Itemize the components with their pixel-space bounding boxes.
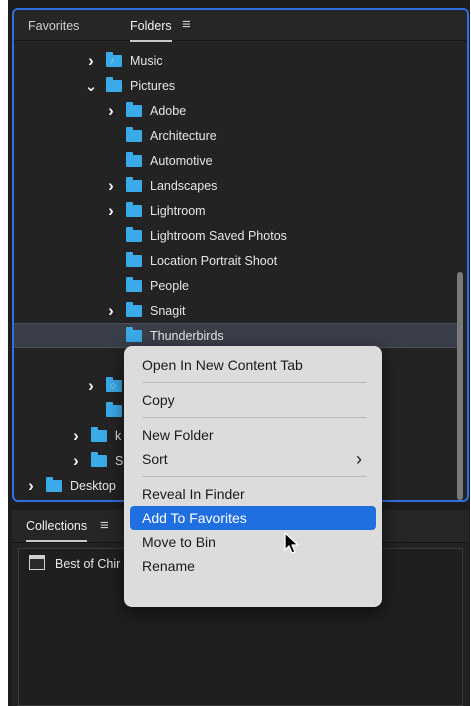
folder-icon xyxy=(126,151,142,167)
folder-row-label: Adobe xyxy=(150,103,187,118)
chevron-right-icon[interactable]: › xyxy=(104,101,118,121)
menu-item-label: Open In New Content Tab xyxy=(142,357,303,373)
mouse-cursor-icon xyxy=(284,532,299,554)
folder-row-label: Pictures xyxy=(130,78,176,93)
tab-collections[interactable]: Collections xyxy=(26,519,88,542)
chevron-right-icon[interactable]: › xyxy=(24,476,38,496)
context-menu: Open In New Content Tab Copy New Folder Sor… xyxy=(124,346,382,607)
chevron-right-icon[interactable]: › xyxy=(104,176,118,196)
folder-icon xyxy=(106,401,122,417)
folder-row[interactable]: Thunderbirds xyxy=(14,323,457,348)
folder-row-label: k xyxy=(115,428,122,443)
menu-item-label: Reveal In Finder xyxy=(142,486,245,502)
folder-row-label: Music xyxy=(130,53,163,68)
tab-favorites[interactable]: Favorites xyxy=(28,19,79,33)
folder-icon xyxy=(91,451,107,467)
folder-icon xyxy=(126,326,142,342)
folder-dev-icon: ◇ xyxy=(106,376,122,392)
chevron-right-icon[interactable]: › xyxy=(84,51,98,71)
folder-icon xyxy=(126,251,142,267)
menu-item-label: New Folder xyxy=(142,427,214,443)
folder-row-label: Automotive xyxy=(150,153,213,168)
folder-icon xyxy=(126,276,142,292)
folder-row[interactable]: › Adobe xyxy=(14,98,457,123)
chevron-right-icon[interactable]: › xyxy=(104,301,118,321)
menu-item-reveal-in-finder[interactable]: Reveal In Finder xyxy=(130,482,376,506)
folder-row[interactable]: ⌄ Pictures xyxy=(14,73,457,98)
folder-row[interactable]: › Lightroom xyxy=(14,198,457,223)
chevron-right-icon[interactable]: › xyxy=(84,376,98,396)
tab-folders[interactable]: Folders xyxy=(130,19,172,42)
folder-row-label: Landscapes xyxy=(150,178,218,193)
folder-row[interactable]: Lightroom Saved Photos xyxy=(14,223,457,248)
collection-icon xyxy=(29,555,45,570)
folder-icon xyxy=(126,301,142,317)
folder-row[interactable]: › Snagit xyxy=(14,298,457,323)
chevron-right-icon[interactable]: › xyxy=(69,451,83,471)
menu-item-label: Sort xyxy=(142,451,168,467)
folder-row[interactable]: People xyxy=(14,273,457,298)
folders-tabbar: Favorites Folders ≡ xyxy=(14,10,467,42)
menu-item-open-in-new-content-tab[interactable]: Open In New Content Tab xyxy=(130,353,376,377)
menu-item-rename[interactable]: Rename xyxy=(130,554,376,578)
folder-music-icon: ♪ xyxy=(106,51,122,67)
folder-icon xyxy=(126,101,142,117)
collections-panel-menu-icon[interactable]: ≡ xyxy=(100,517,109,534)
menu-item-copy[interactable]: Copy xyxy=(130,388,376,412)
folder-icon xyxy=(126,226,142,242)
menu-item-new-folder[interactable]: New Folder xyxy=(130,423,376,447)
folder-icon xyxy=(126,126,142,142)
folders-panel-menu-icon[interactable]: ≡ xyxy=(182,16,191,33)
folder-row[interactable]: Location Portrait Shoot xyxy=(14,248,457,273)
folder-row[interactable]: Architecture xyxy=(14,123,457,148)
chevron-down-icon[interactable]: ⌄ xyxy=(84,77,98,95)
folder-row-label: Snagit xyxy=(150,303,186,318)
folder-pictures-icon xyxy=(106,76,122,92)
menu-item-add-to-favorites[interactable]: Add To Favorites xyxy=(130,506,376,530)
menu-item-label: Add To Favorites xyxy=(142,510,247,526)
folder-icon xyxy=(126,176,142,192)
collection-item[interactable]: Best of Chir xyxy=(29,555,121,571)
submenu-arrow-icon: › xyxy=(356,448,362,469)
menu-item-label: Copy xyxy=(142,392,175,408)
folder-row[interactable]: › Landscapes xyxy=(14,173,457,198)
menu-separator xyxy=(142,476,366,477)
folder-row[interactable]: Automotive xyxy=(14,148,457,173)
chevron-right-icon[interactable]: › xyxy=(69,426,83,446)
folder-row-label: S xyxy=(115,453,124,468)
folder-row-label: Thunderbirds xyxy=(150,328,224,343)
menu-separator xyxy=(142,417,366,418)
folder-row-label: Lightroom xyxy=(150,203,206,218)
folder-icon xyxy=(126,201,142,217)
folder-row-label: Lightroom Saved Photos xyxy=(150,228,287,243)
menu-item-sort[interactable]: Sort › xyxy=(130,447,376,471)
folder-row-label: Desktop xyxy=(70,478,116,493)
folder-row[interactable]: › ♪ Music xyxy=(14,48,457,73)
menu-item-label: Move to Bin xyxy=(142,534,216,550)
menu-separator xyxy=(142,382,366,383)
folder-desktop-icon xyxy=(46,476,62,492)
folder-row-label: People xyxy=(150,278,189,293)
menu-item-move-to-bin[interactable]: Move to Bin xyxy=(130,530,376,554)
folder-row-label: Location Portrait Shoot xyxy=(150,253,278,268)
folders-scrollbar[interactable] xyxy=(457,272,463,500)
folder-row-label: Architecture xyxy=(150,128,217,143)
folder-icon xyxy=(91,426,107,442)
menu-item-label: Rename xyxy=(142,558,195,574)
collection-item-label: Best of Chir xyxy=(55,557,121,571)
chevron-right-icon[interactable]: › xyxy=(104,201,118,221)
